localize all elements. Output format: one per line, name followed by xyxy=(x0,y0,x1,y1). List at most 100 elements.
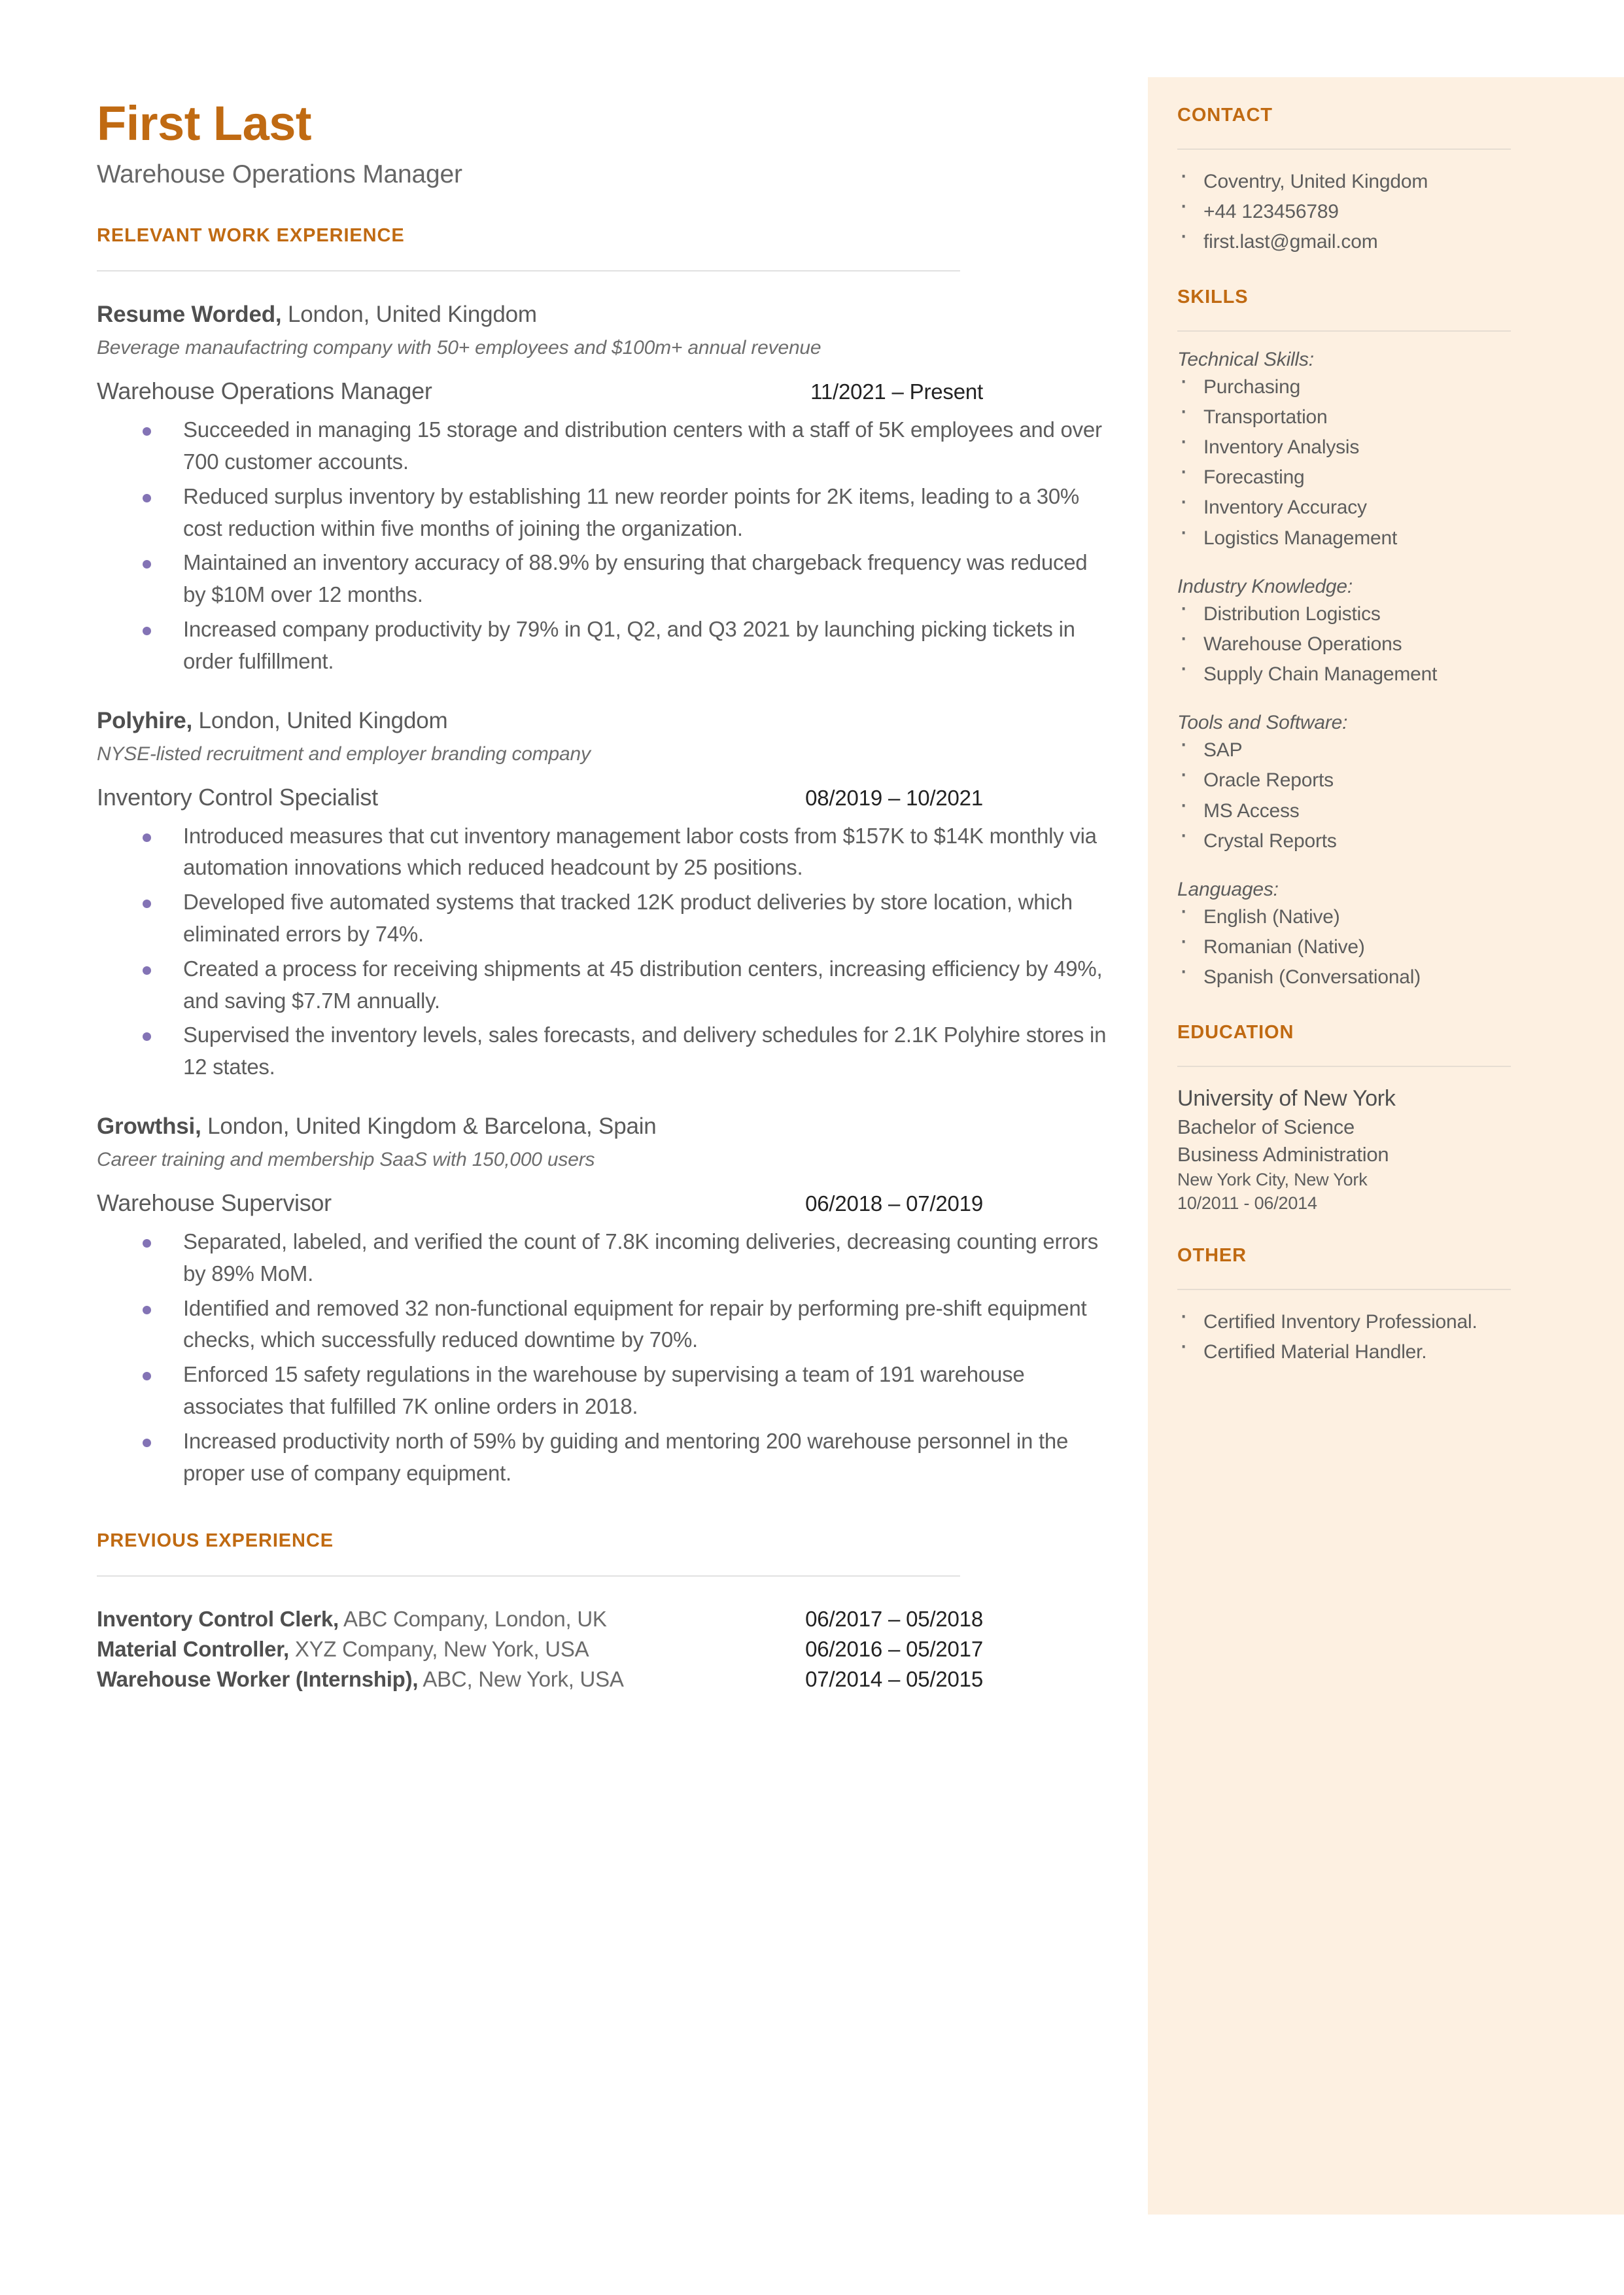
experience-company-name: Resume Worded, xyxy=(97,302,282,328)
previous-experience-label: Material Controller, XYZ Company, New Yo… xyxy=(97,1637,589,1662)
skills-item: Distribution Logistics xyxy=(1177,594,1511,629)
section-heading-previous-experience: PREVIOUS EXPERIENCE xyxy=(97,1530,334,1551)
experience-bullet: Maintained an inventory accuracy of 88.9… xyxy=(97,547,1114,611)
contact-divider xyxy=(1177,149,1511,150)
skills-item: Crystal Reports xyxy=(1177,821,1511,856)
skills-item: Romanian (Native) xyxy=(1177,927,1511,962)
skills-item: Transportation xyxy=(1177,397,1511,432)
experience-company-name: Growthsi, xyxy=(97,1113,201,1140)
experience-company-description: Beverage manaufactring company with 50+ … xyxy=(97,337,821,359)
contact-item: +44 123456789 xyxy=(1177,192,1511,227)
contact-item: Coventry, United Kingdom xyxy=(1177,162,1511,197)
previous-experience-label: Warehouse Worker (Internship), ABC, New … xyxy=(97,1667,624,1692)
other-divider xyxy=(1177,1289,1511,1291)
skills-group-gap xyxy=(1177,690,1511,712)
experience-bullet: Supervised the inventory levels, sales f… xyxy=(97,1019,1114,1083)
previous-experience-dates: 06/2016 – 05/2017 xyxy=(805,1636,983,1661)
education-dates: 10/2011 - 06/2014 xyxy=(1177,1193,1317,1214)
experience-list: Resume Worded, London, United Kingdom Bev… xyxy=(97,300,1114,1489)
section-heading-other: OTHER xyxy=(1177,1245,1247,1267)
skills-item: Inventory Accuracy xyxy=(1177,487,1511,523)
experience-company-location: London, United Kingdom xyxy=(281,302,537,328)
section-heading-relevant-experience: RELEVANT WORK EXPERIENCE xyxy=(97,225,405,247)
education-divider xyxy=(1177,1065,1511,1067)
skills-group-label: Languages: xyxy=(1177,879,1279,900)
experience-dates: 11/2021 – Present xyxy=(810,379,983,404)
experience-entry: Resume Worded, London, United Kingdom Bev… xyxy=(97,300,1114,677)
experience-title-row: Inventory Control Specialist 08/2019 – 10… xyxy=(97,784,983,811)
experience-dates: 06/2018 – 07/2019 xyxy=(805,1191,983,1216)
previous-experience-title: Inventory Control Clerk, xyxy=(97,1606,339,1631)
previous-experience-row: Warehouse Worker (Internship), ABC, New … xyxy=(97,1667,983,1692)
skills-item: Supply Chain Management xyxy=(1177,654,1511,690)
skills-item: Warehouse Operations xyxy=(1177,624,1511,659)
education-degree: Bachelor of Science xyxy=(1177,1115,1355,1139)
previous-experience-list: Inventory Control Clerk, ABC Company, Lo… xyxy=(97,1607,1114,1692)
skills-group-label: Industry Knowledge: xyxy=(1177,575,1353,597)
experience-company: Growthsi, London, United Kingdom & Barce… xyxy=(97,1112,1114,1141)
contact-section: CONTACT Coventry, United Kingdom+44 1234… xyxy=(1177,105,1511,258)
experience-bullet: Succeeded in managing 15 storage and dis… xyxy=(97,414,1114,478)
page-title: First Last xyxy=(97,96,312,150)
main-column: First Last Warehouse Operations Manager … xyxy=(97,98,1114,1697)
education-location: New York City, New York xyxy=(1177,1169,1368,1189)
experience-company-location: London, United Kingdom xyxy=(192,707,448,733)
previous-experience-title: Warehouse Worker (Internship), xyxy=(97,1666,419,1691)
experience-bullet: Increased company productivity by 79% in… xyxy=(97,614,1114,678)
other-item: Certified Material Handler. xyxy=(1177,1332,1511,1367)
experience-bullet: Identified and removed 32 non-functional… xyxy=(97,1293,1114,1357)
previous-experience-row: Inventory Control Clerk, ABC Company, Lo… xyxy=(97,1607,983,1632)
experience-company-name: Polyhire, xyxy=(97,707,193,733)
education-field: Business Administration xyxy=(1177,1142,1389,1166)
previous-experience-detail: ABC, New York, USA xyxy=(418,1666,624,1691)
section-heading-education: EDUCATION xyxy=(1177,1021,1294,1043)
skills-item: SAP xyxy=(1177,730,1511,765)
other-section: OTHER Certified Inventory Professional.C… xyxy=(1177,1245,1511,1367)
experience-company-location: London, United Kingdom & Barcelona, Spai… xyxy=(201,1113,657,1140)
experience-job-title: Warehouse Operations Manager xyxy=(97,377,432,405)
previous-experience-title: Material Controller, xyxy=(97,1636,289,1661)
experience-title-row: Warehouse Operations Manager 11/2021 – Pr… xyxy=(97,377,983,405)
previous-experience-detail: ABC Company, London, UK xyxy=(338,1606,607,1631)
skills-group-gap xyxy=(1177,553,1511,576)
section-heading-contact: CONTACT xyxy=(1177,105,1273,126)
skills-item: Oracle Reports xyxy=(1177,760,1511,796)
section-divider xyxy=(97,270,960,272)
skills-item: Forecasting xyxy=(1177,457,1511,493)
skills-item: Inventory Analysis xyxy=(1177,427,1511,463)
experience-bullet: Reduced surplus inventory by establishin… xyxy=(97,481,1114,545)
previous-experience-row: Material Controller, XYZ Company, New Yo… xyxy=(97,1637,983,1662)
contact-item: first.last@gmail.com xyxy=(1177,222,1511,257)
previous-experience-dates: 06/2017 – 05/2018 xyxy=(805,1606,983,1631)
experience-bullet: Separated, labeled, and verified the cou… xyxy=(97,1226,1114,1290)
experience-company: Polyhire, London, United Kingdom xyxy=(97,707,1114,735)
skills-list: Technical Skills:PurchasingTransportatio… xyxy=(1177,349,1511,993)
skills-group-label: Tools and Software: xyxy=(1177,712,1348,734)
skills-item: MS Access xyxy=(1177,791,1511,826)
experience-bullet: Increased productivity north of 59% by g… xyxy=(97,1426,1114,1490)
experience-company-description: NYSE-listed recruitment and employer bra… xyxy=(97,743,591,765)
education-entry: University of New York Bachelor of Scien… xyxy=(1177,1084,1511,1216)
experience-bullet-list: Succeeded in managing 15 storage and dis… xyxy=(97,414,1114,678)
experience-entry: Growthsi, London, United Kingdom & Barce… xyxy=(97,1112,1114,1489)
education-section: EDUCATION University of New York Bachelo… xyxy=(1177,1022,1511,1216)
section-divider-previous xyxy=(97,1575,960,1577)
skills-group-gap xyxy=(1177,856,1511,879)
skills-group-label: Technical Skills: xyxy=(1177,348,1314,370)
experience-job-title: Inventory Control Specialist xyxy=(97,783,378,811)
skills-item: Spanish (Conversational) xyxy=(1177,957,1511,992)
professional-title: Warehouse Operations Manager xyxy=(97,160,462,188)
previous-experience-detail: XYZ Company, New York, USA xyxy=(288,1636,589,1661)
experience-bullet: Created a process for receiving shipment… xyxy=(97,953,1114,1017)
experience-entry: Polyhire, London, United Kingdom NYSE-lis… xyxy=(97,707,1114,1083)
experience-bullet: Developed five automated systems that tr… xyxy=(97,886,1114,951)
experience-title-row: Warehouse Supervisor 06/2018 – 07/2019 xyxy=(97,1189,983,1217)
contact-list: Coventry, United Kingdom+44 123456789fir… xyxy=(1177,162,1511,258)
skills-section: SKILLS Technical Skills:PurchasingTransp… xyxy=(1177,287,1511,993)
skills-item: Logistics Management xyxy=(1177,517,1511,553)
experience-company: Resume Worded, London, United Kingdom xyxy=(97,300,1114,329)
experience-bullet-list: Introduced measures that cut inventory m… xyxy=(97,820,1114,1084)
experience-company-description: Career training and membership SaaS with… xyxy=(97,1148,595,1170)
experience-job-title: Warehouse Supervisor xyxy=(97,1189,332,1216)
skills-item: Purchasing xyxy=(1177,367,1511,402)
